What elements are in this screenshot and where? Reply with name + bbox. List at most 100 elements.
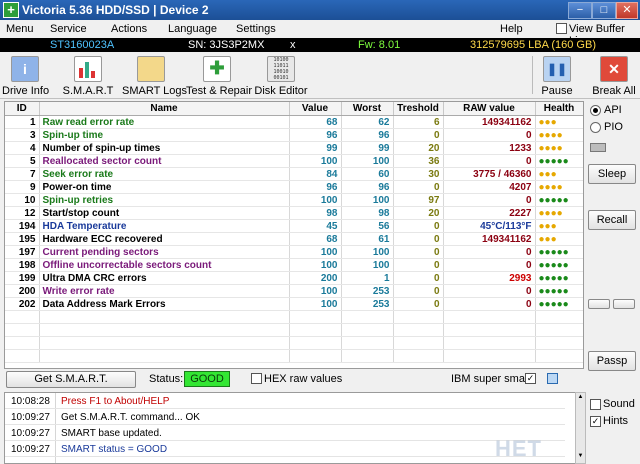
menu-item-menu[interactable]: Menu (6, 23, 34, 35)
menu-item-service[interactable]: Service (50, 23, 87, 35)
cell-health: ●●●● (535, 141, 583, 155)
column-header-health[interactable]: Health (535, 102, 583, 116)
cell-threshold: 0 (393, 271, 444, 285)
hex-raw-checkbox[interactable] (251, 373, 262, 384)
table-row[interactable]: 194 HDA Temperature 45 56 0 45°C/113°F ●●● (5, 219, 583, 233)
empty-cell (393, 310, 444, 324)
app-cross-icon: + (3, 2, 19, 18)
maximize-button[interactable]: □ (592, 2, 616, 19)
toolbar: i Drive Info S.M.A.R.T SMART Logs ✚ Test… (0, 52, 640, 99)
smart-logs-button[interactable]: SMART Logs (122, 54, 187, 97)
table-row[interactable]: 4 Number of spin-up times 99 99 20 1233 ●●●● (5, 141, 583, 155)
hints-checkbox[interactable]: ✓ (590, 416, 601, 427)
cell-value: 100 (289, 258, 342, 272)
cell-worst: 62 (341, 115, 394, 129)
cell-worst: 96 (341, 128, 394, 142)
table-row[interactable]: 3 Spin-up time 96 96 0 0 ●●●● (5, 128, 583, 142)
table-row[interactable]: 7 Seek error rate 84 60 30 3775 / 46360 ●●● (5, 167, 583, 181)
cell-health: ●●●●● (535, 154, 583, 168)
empty-cell (341, 310, 394, 324)
cell-threshold: 0 (393, 297, 444, 311)
cell-health: ●●●●● (535, 245, 583, 259)
cell-raw: 0 (443, 284, 536, 298)
log-line: 10:09:27 SMART base updated. (5, 426, 565, 441)
color-indicator[interactable] (547, 373, 558, 384)
cell-name: Start/stop count (39, 206, 290, 220)
option-button-right[interactable] (613, 299, 635, 309)
scroll-up-icon[interactable]: ▲ (577, 394, 584, 401)
passp-button[interactable]: Passp (588, 351, 636, 371)
cell-id: 9 (5, 180, 40, 194)
smart-attributes-grid[interactable]: ID Name Value Worst Treshold RAW value H… (4, 101, 584, 369)
sleep-button[interactable]: Sleep (588, 164, 636, 184)
test-repair-button[interactable]: ✚ Test & Repair (186, 54, 252, 97)
minimize-button[interactable]: − (568, 2, 592, 19)
title-bar: + Victoria 5.36 HDD/SSD | Device 2 − □ ✕ (0, 0, 640, 20)
table-row[interactable]: 200 Write error rate 100 253 0 0 ●●●●● (5, 284, 583, 298)
right-panel: API PIO Sleep Recall Passp (586, 101, 638, 371)
column-header-raw-value[interactable]: RAW value (443, 102, 536, 116)
ibm-super-smart-checkbox[interactable]: ✓ (525, 373, 536, 384)
cell-value: 99 (289, 141, 342, 155)
indicator-led (590, 143, 606, 152)
disk-editor-button[interactable]: 10100 11011 10010 00101 Disk Editor (254, 54, 308, 97)
smart-button[interactable]: S.M.A.R.T (62, 54, 114, 97)
break-all-button[interactable]: ✕ Break All (592, 54, 636, 97)
cell-id: 200 (5, 284, 40, 298)
close-drive-icon[interactable]: x (290, 39, 296, 51)
cell-raw: 149341162 (443, 115, 536, 129)
menu-item-actions[interactable]: Actions (111, 23, 147, 35)
column-header-worst[interactable]: Worst (341, 102, 394, 116)
cell-id: 12 (5, 206, 40, 220)
drive-model: ST3160023A (50, 39, 115, 51)
table-row[interactable]: 197 Current pending sectors 100 100 0 0 ●●●●● (5, 245, 583, 259)
table-row[interactable]: 202 Data Address Mark Errors 100 253 0 0 ●●●●● (5, 297, 583, 311)
log-time: 10:09:27 (11, 412, 50, 423)
api-radio[interactable] (590, 105, 601, 116)
log-panel[interactable]: 10:08:28 Press F1 to About/HELP 10:09:27 Ge… (4, 392, 576, 464)
cell-threshold: 0 (393, 284, 444, 298)
cell-id: 3 (5, 128, 40, 142)
sound-checkbox[interactable] (590, 399, 601, 410)
table-row[interactable]: 195 Hardware ECC recovered 68 61 0 149341162 ●… (5, 232, 583, 246)
log-scrollbar[interactable]: ▲ ▼ (575, 392, 586, 464)
view-buffer-live-checkbox[interactable] (556, 23, 567, 34)
cell-name: Reallocated sector count (39, 154, 290, 168)
table-row[interactable]: 10 Spin-up retries 100 100 97 0 ●●●●● (5, 193, 583, 207)
column-header-id[interactable]: ID (5, 102, 40, 116)
table-row[interactable]: 198 Offline uncorrectable sectors count 10… (5, 258, 583, 272)
column-header-name[interactable]: Name (39, 102, 290, 116)
drive-info-button[interactable]: i Drive Info (2, 54, 49, 97)
column-header-value[interactable]: Value (289, 102, 342, 116)
get-smart-button[interactable]: Get S.M.A.R.T. (6, 371, 136, 388)
pause-button[interactable]: ❚❚ Pause (538, 54, 576, 97)
cell-worst: 100 (341, 154, 394, 168)
table-row[interactable]: 9 Power-on time 96 96 0 4207 ●●●● (5, 180, 583, 194)
table-row[interactable]: 1 Raw read error rate 68 62 6 149341162 ●●● (5, 115, 583, 129)
recall-button[interactable]: Recall (588, 210, 636, 230)
cell-health: ●●● (535, 232, 583, 246)
menu-item-settings[interactable]: Settings (236, 23, 276, 35)
empty-cell (39, 323, 290, 337)
cell-id: 10 (5, 193, 40, 207)
cell-raw: 149341162 (443, 232, 536, 246)
menu-item-help[interactable]: Help (500, 23, 523, 35)
pio-radio[interactable] (590, 122, 601, 133)
drive-serial: SN: 3JS3P2MX (188, 39, 265, 51)
menu-item-language[interactable]: Language (168, 23, 217, 35)
option-button-left[interactable] (588, 299, 610, 309)
table-row[interactable]: 12 Start/stop count 98 98 20 2227 ●●●● (5, 206, 583, 220)
cell-raw: 0 (443, 154, 536, 168)
cell-threshold: 0 (393, 245, 444, 259)
close-window-button[interactable]: ✕ (616, 2, 638, 19)
cell-id: 198 (5, 258, 40, 272)
scroll-down-icon[interactable]: ▼ (577, 453, 584, 460)
cell-value: 84 (289, 167, 342, 181)
table-row[interactable]: 5 Reallocated sector count 100 100 36 0 ●●●●● (5, 154, 583, 168)
cell-name: HDA Temperature (39, 219, 290, 233)
column-header-threshold[interactable]: Treshold (393, 102, 444, 116)
empty-cell (341, 323, 394, 337)
table-row[interactable]: 199 Ultra DMA CRC errors 200 1 0 2993 ●●●●● (5, 271, 583, 285)
cell-name: Raw read error rate (39, 115, 290, 129)
cell-threshold: 6 (393, 115, 444, 129)
